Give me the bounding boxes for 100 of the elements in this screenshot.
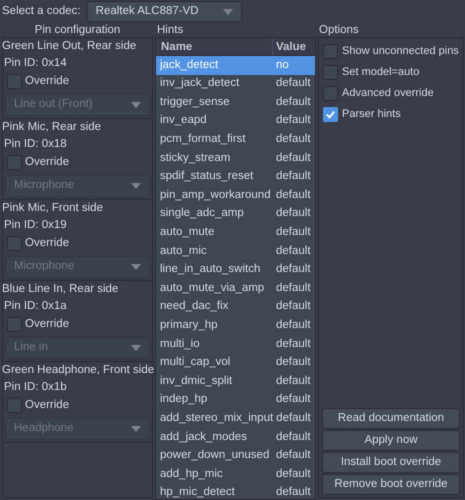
hint-value: default xyxy=(275,448,312,464)
hint-value: default xyxy=(275,262,312,278)
action-button[interactable]: Read documentation xyxy=(322,408,460,429)
hint-name: inv_dmic_split xyxy=(159,374,234,389)
hint-name: trigger_sense xyxy=(159,94,231,110)
hint-value: default xyxy=(275,225,312,240)
override-label: Override xyxy=(25,398,70,413)
checkbox[interactable] xyxy=(7,317,22,332)
hint-value: default xyxy=(275,374,312,389)
caret-icon xyxy=(131,102,141,108)
hint-value: default xyxy=(275,132,312,148)
option-label: Show unconnected pins xyxy=(342,44,459,60)
hint-name: jack_detect xyxy=(158,58,220,73)
hint-row[interactable]: sticky_stream default xyxy=(156,148,315,168)
hint-value: default xyxy=(275,206,312,222)
hint-name: line_in_auto_switch xyxy=(159,262,262,278)
pin-id: Pin ID: 0x19 xyxy=(3,218,68,233)
hint-value: default xyxy=(275,150,312,166)
hint-value: default xyxy=(275,485,312,499)
hint-name: power_down_unused xyxy=(159,448,270,464)
hint-value: no xyxy=(275,58,290,73)
hint-name: auto_mute_via_amp xyxy=(159,280,266,296)
override-label: Override xyxy=(25,154,70,170)
action-button[interactable]: Remove boot override xyxy=(322,474,460,495)
pin-name: Green Headphone, Front side xyxy=(2,363,152,378)
caret-icon xyxy=(131,183,141,189)
hint-row[interactable]: inv_jack_detect default xyxy=(156,74,315,94)
hint-row[interactable]: add_hp_mic default xyxy=(156,465,315,484)
option-label: Parser hints xyxy=(342,107,401,122)
pin-id: Pin ID: 0x1a xyxy=(3,299,68,314)
hint-name: auto_mic xyxy=(159,244,208,259)
hint-name: sticky_stream xyxy=(159,150,232,166)
pin-name: Blue Line In, Rear side xyxy=(2,282,120,297)
option-label: Set model=auto xyxy=(342,65,420,80)
hint-value: default xyxy=(275,299,312,314)
hint-row[interactable]: line_in_auto_switch default xyxy=(156,260,315,280)
hint-row[interactable]: need_dac_fix default xyxy=(156,298,315,316)
hint-name: hp_mic_detect xyxy=(159,485,236,499)
hint-row[interactable]: trigger_sense default xyxy=(156,93,315,112)
caret-icon xyxy=(222,8,233,14)
hint-row[interactable]: auto_mic default xyxy=(156,242,315,261)
hint-row[interactable]: pin_amp_workaround default xyxy=(156,186,315,205)
hint-name: primary_hp xyxy=(159,318,219,333)
pin-name: Pink Mic, Front side xyxy=(2,201,104,216)
hint-name: need_dac_fix xyxy=(159,299,230,314)
column-header[interactable]: Value xyxy=(273,38,315,55)
hint-row[interactable]: add_stereo_mix_input default xyxy=(156,409,315,428)
hint-row[interactable]: hp_mic_detect default xyxy=(156,484,315,499)
hint-value: default xyxy=(275,466,312,482)
hint-name: multi_cap_vol xyxy=(159,355,232,370)
hint-name: inv_eapd xyxy=(159,113,208,128)
checkbox[interactable] xyxy=(323,65,338,80)
checkbox[interactable] xyxy=(323,86,338,101)
hint-name: add_stereo_mix_input xyxy=(159,410,274,426)
hint-name: add_hp_mic xyxy=(159,466,224,482)
option-label: Advanced override xyxy=(342,86,434,102)
hint-row[interactable]: auto_mute default xyxy=(156,223,315,242)
column-header[interactable]: Name xyxy=(156,38,273,55)
hint-value: default xyxy=(275,355,312,370)
hint-row[interactable]: inv_dmic_split default xyxy=(156,372,315,391)
action-button[interactable]: Apply now xyxy=(322,430,460,451)
hint-row[interactable]: auto_mute_via_amp default xyxy=(156,279,315,298)
hint-value: default xyxy=(275,318,312,333)
pin-id: Pin ID: 0x14 xyxy=(3,56,68,71)
hint-value: default xyxy=(275,188,312,203)
codec-label: Select a codec: xyxy=(2,4,81,19)
section-title: Options xyxy=(318,23,360,37)
hint-value: default xyxy=(275,410,312,426)
hint-row[interactable]: pcm_format_first default xyxy=(156,130,315,149)
checkmark-icon xyxy=(325,109,336,120)
hint-row[interactable]: single_adc_amp default xyxy=(156,204,315,224)
hint-row[interactable]: primary_hp default xyxy=(156,316,315,335)
hint-row[interactable]: spdif_status_reset default xyxy=(156,168,315,186)
checkbox[interactable] xyxy=(7,74,22,89)
hint-name: single_adc_amp xyxy=(159,206,245,222)
override-label: Override xyxy=(25,316,70,332)
checkbox[interactable] xyxy=(7,155,22,170)
hint-row[interactable]: multi_io default xyxy=(156,334,315,354)
hint-name: multi_io xyxy=(159,336,201,352)
checkbox[interactable] xyxy=(7,236,22,251)
hint-row[interactable]: power_down_unused default xyxy=(156,446,315,466)
codec-dropdown[interactable]: Realtek ALC887-VD xyxy=(86,1,242,22)
hint-row[interactable]: inv_eapd default xyxy=(156,112,315,130)
hint-row[interactable]: add_jack_modes default xyxy=(156,428,315,446)
hint-row[interactable]: indep_hp default xyxy=(156,390,315,410)
pin-id: Pin ID: 0x18 xyxy=(3,137,68,152)
hint-row[interactable]: multi_cap_vol default xyxy=(156,354,315,372)
hint-value: default xyxy=(275,169,312,184)
override-label: Override xyxy=(25,74,70,89)
checkbox[interactable] xyxy=(7,398,22,413)
section-title: Hints xyxy=(156,23,184,37)
hint-value: default xyxy=(275,113,312,128)
checkbox[interactable] xyxy=(323,44,338,59)
caret-icon xyxy=(131,345,141,351)
action-button[interactable]: Install boot override xyxy=(322,452,460,473)
checkbox[interactable] xyxy=(323,107,338,122)
hint-name: add_jack_modes xyxy=(159,430,248,445)
hint-name: pcm_format_first xyxy=(159,132,247,148)
hint-name: indep_hp xyxy=(159,392,208,408)
hint-name: auto_mute xyxy=(159,225,216,240)
